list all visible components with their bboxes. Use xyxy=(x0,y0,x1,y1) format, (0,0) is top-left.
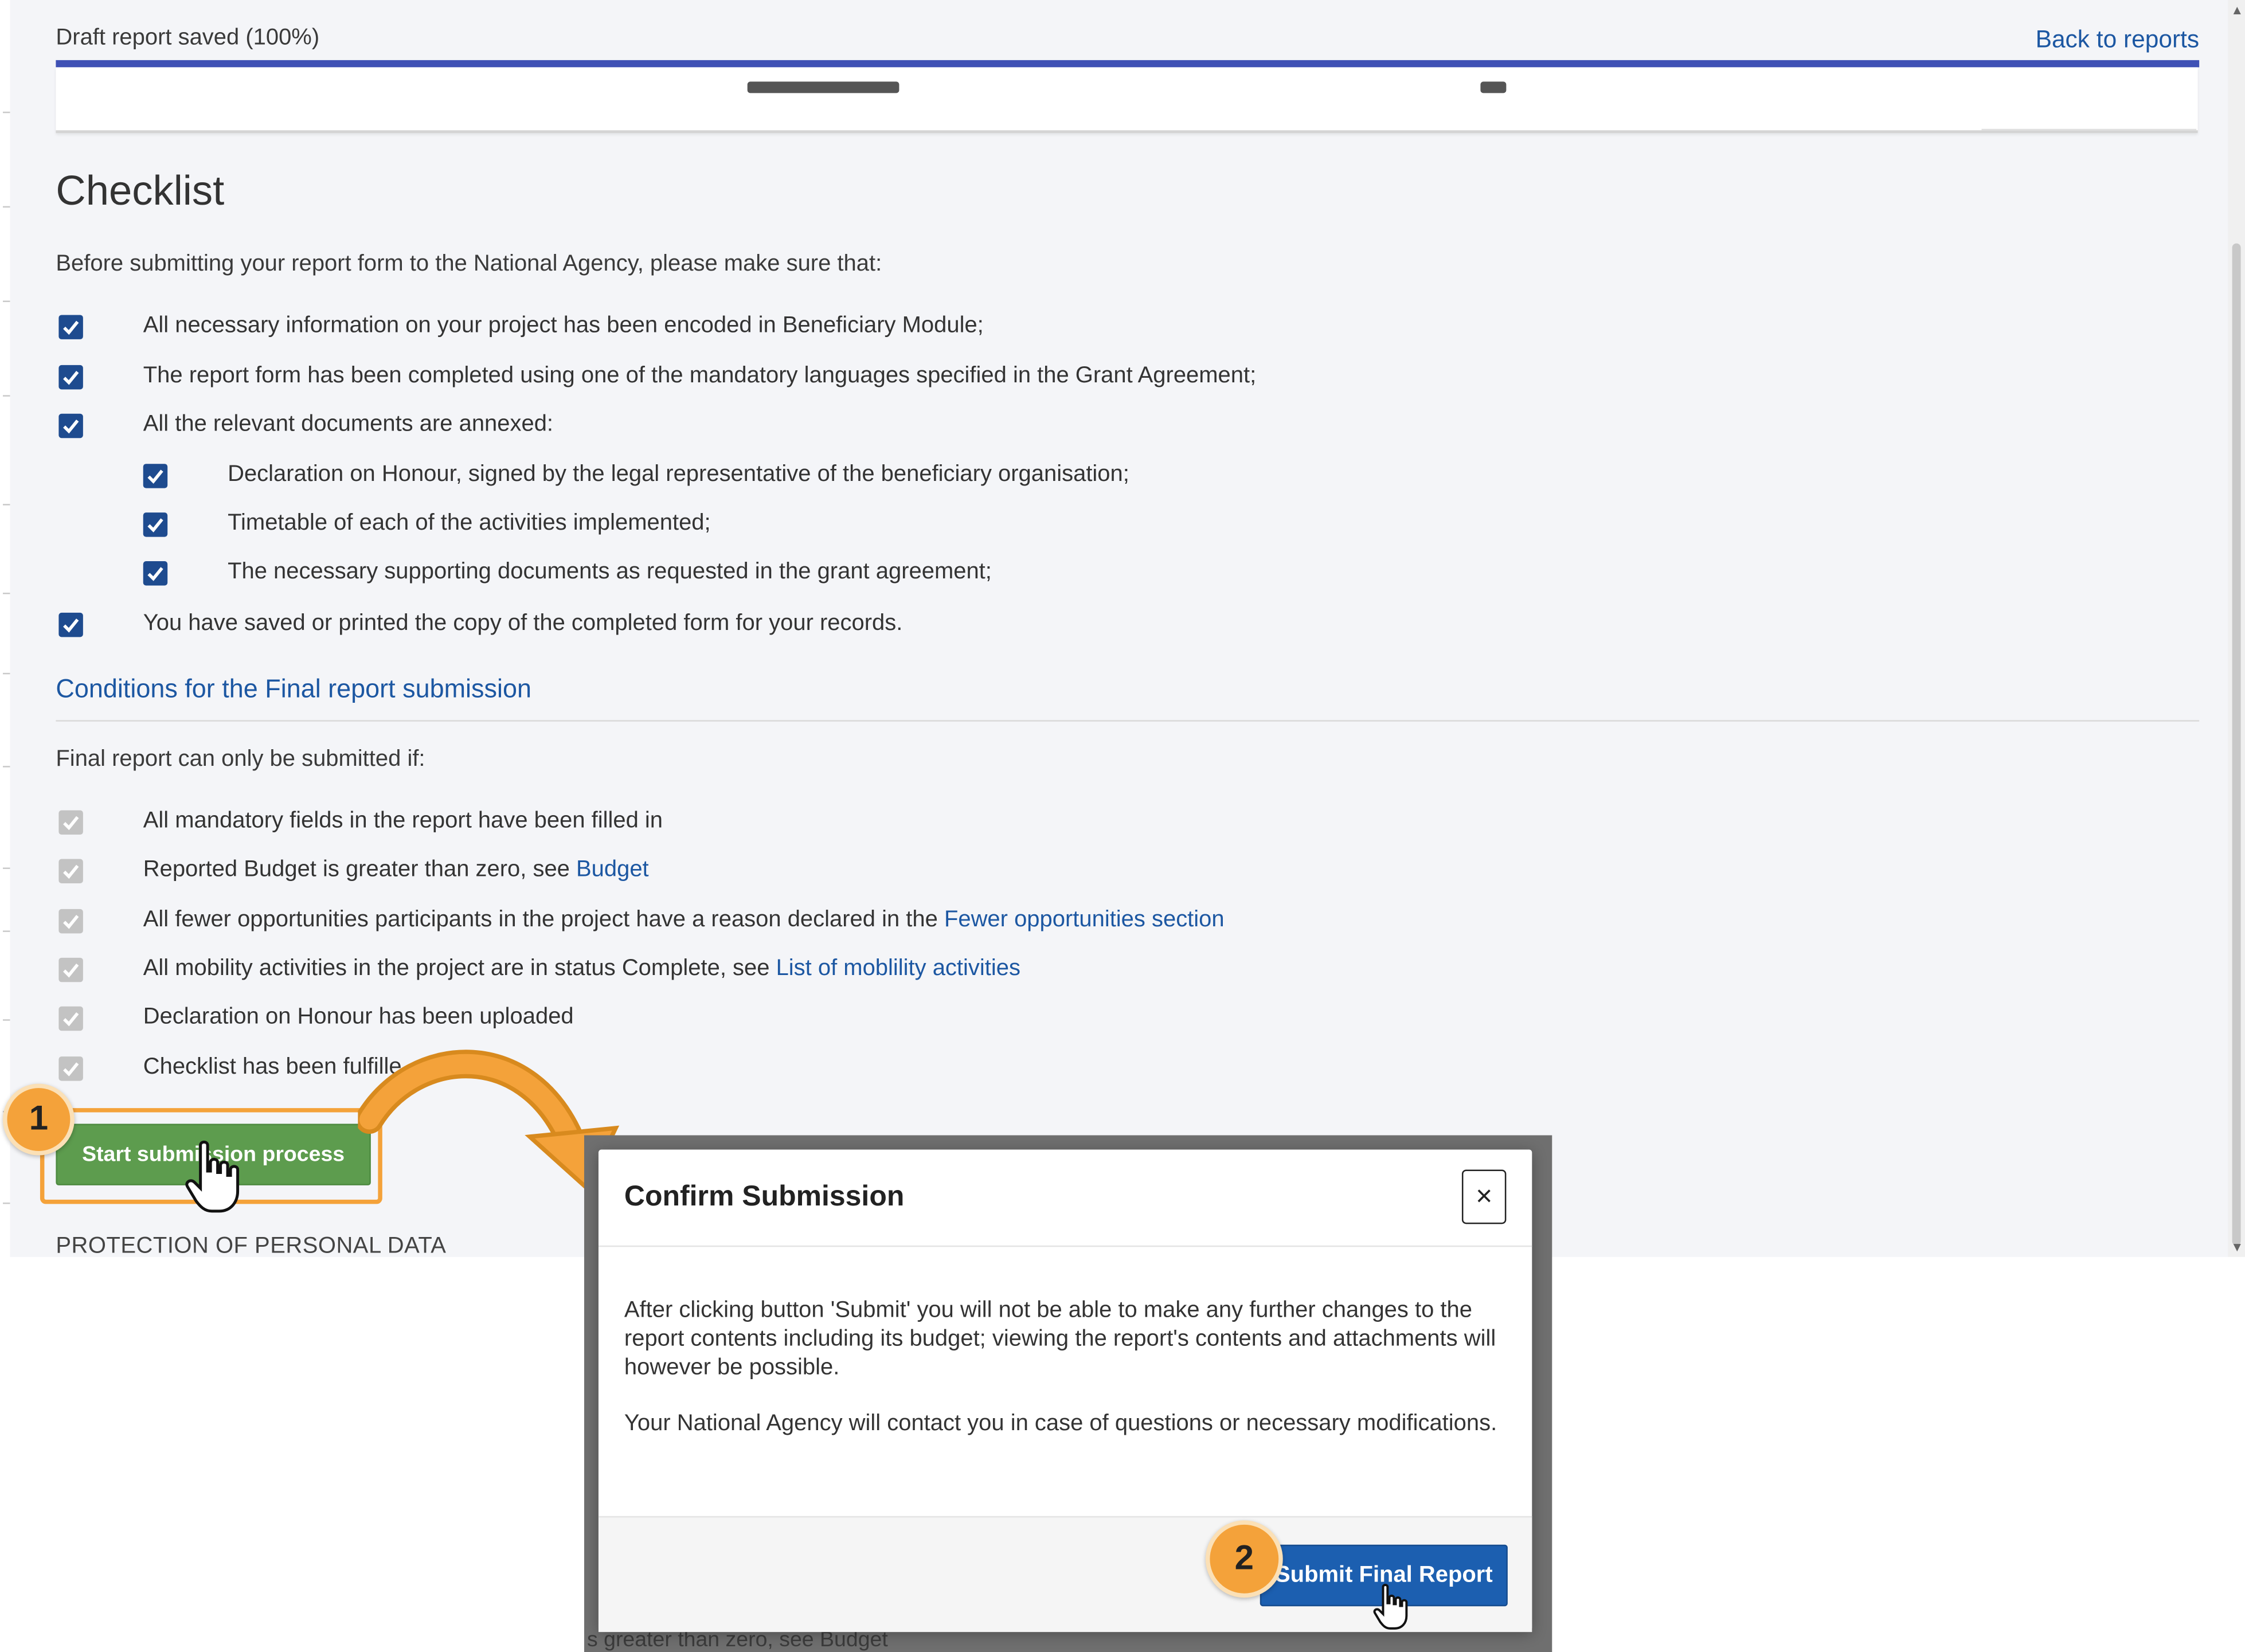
total-size-table-remnant xyxy=(56,67,2198,134)
save-progress-bar xyxy=(56,60,2200,68)
conditions-intro: Final report can only be submitted if: xyxy=(56,747,425,772)
checklist-item-label: All the relevant documents are annexed: xyxy=(143,412,554,437)
condition-check-disabled xyxy=(58,957,83,982)
checkmark-icon xyxy=(147,518,163,532)
checkmark-icon xyxy=(147,566,163,581)
checkmark-icon xyxy=(63,962,79,977)
left-edge-ticks xyxy=(0,0,10,1257)
condition-item: Checklist has been fulfille xyxy=(58,1052,402,1084)
table-rule xyxy=(1981,128,2197,131)
condition-check-disabled xyxy=(58,809,83,834)
status-bar: Draft report saved (100%) Back to report… xyxy=(56,20,2199,72)
checklist-intro: Before submitting your report form to th… xyxy=(56,252,882,277)
dialog-paragraph: After clicking button 'Submit' you will … xyxy=(624,1298,1496,1380)
close-icon[interactable]: × xyxy=(1461,1169,1507,1224)
checklist-item-label: You have saved or printed the copy of th… xyxy=(143,611,903,636)
checkbox-checked[interactable] xyxy=(58,612,83,637)
app-root: Draft report saved (100%) Back to report… xyxy=(0,0,2245,1652)
checkmark-icon xyxy=(63,617,79,632)
scroll-down-icon[interactable]: ▼ xyxy=(2231,1240,2243,1254)
condition-item: All mobility activities in the project a… xyxy=(58,953,1020,985)
checkbox-checked[interactable] xyxy=(143,511,168,537)
checklist-item[interactable]: The report form has been completed using… xyxy=(58,361,1256,392)
condition-text: Declaration on Honour has been uploaded xyxy=(143,1005,574,1029)
vertical-scrollbar[interactable]: ▲ ▼ xyxy=(2228,0,2245,1257)
checkbox-checked[interactable] xyxy=(143,463,168,488)
step1-badge: 1 xyxy=(2,1083,75,1156)
checkmark-icon xyxy=(63,320,79,334)
conditions-section-link[interactable]: Conditions for the Final report submissi… xyxy=(56,674,531,704)
checklist-subitem[interactable]: The necessary supporting documents as re… xyxy=(143,557,992,589)
checkmark-icon xyxy=(147,469,163,483)
checklist-item-label: Timetable of each of the activities impl… xyxy=(228,511,711,536)
scroll-up-icon[interactable]: ▲ xyxy=(2231,3,2243,17)
condition-item: Reported Budget is greater than zero, se… xyxy=(58,855,649,886)
condition-check-disabled xyxy=(58,1055,83,1081)
checklist-item-label: All necessary information on your projec… xyxy=(143,313,984,338)
checklist-item-label: The report form has been completed using… xyxy=(143,363,1257,388)
checklist-subitem[interactable]: Declaration on Honour, signed by the leg… xyxy=(143,460,1129,491)
dialog-title: Confirm Submission xyxy=(624,1181,905,1213)
step2-badge: 2 xyxy=(1205,1520,1283,1598)
condition-label: All mandatory fields in the report have … xyxy=(143,809,663,835)
checkmark-icon xyxy=(63,1011,79,1026)
scrollbar-thumb[interactable] xyxy=(2232,243,2241,1246)
checklist-item[interactable]: All necessary information on your projec… xyxy=(58,311,984,342)
confirm-submission-dialog: Confirm Submission × After clicking butt… xyxy=(598,1149,1532,1633)
mobility-activities-link[interactable]: List of moblility activities xyxy=(776,956,1020,980)
checklist-item-label: The necessary supporting documents as re… xyxy=(228,559,992,584)
checkmark-icon xyxy=(63,370,79,385)
fewer-opportunities-link[interactable]: Fewer opportunities section xyxy=(944,907,1225,931)
protection-heading: PROTECTION OF PERSONAL DATA xyxy=(56,1234,447,1257)
condition-text: All mobility activities in the project a… xyxy=(143,956,776,981)
checkbox-checked[interactable] xyxy=(58,314,83,339)
dialog-header-divider xyxy=(598,1245,1532,1247)
condition-item: Declaration on Honour has been uploaded xyxy=(58,1002,574,1034)
hand-pointer-icon xyxy=(1373,1584,1408,1630)
condition-text: Reported Budget is greater than zero, se… xyxy=(143,858,577,882)
budget-link[interactable]: Budget xyxy=(576,858,649,882)
condition-label: Reported Budget is greater than zero, se… xyxy=(143,858,649,883)
checklist-item-label: Declaration on Honour, signed by the leg… xyxy=(228,462,1129,487)
report-page: Draft report saved (100%) Back to report… xyxy=(10,0,2228,1257)
condition-text: All fewer opportunities participants in … xyxy=(143,907,944,932)
checklist-title: Checklist xyxy=(56,169,225,215)
checklist-item[interactable]: All the relevant documents are annexed: xyxy=(58,409,553,441)
condition-label: All mobility activities in the project a… xyxy=(143,956,1020,982)
condition-item: All fewer opportunities participants in … xyxy=(58,905,1225,936)
cut-off-value xyxy=(1480,81,1507,93)
cut-off-label xyxy=(747,81,899,93)
condition-item: All mandatory fields in the report have … xyxy=(58,806,663,837)
condition-label: Declaration on Honour has been uploaded xyxy=(143,1005,574,1031)
condition-check-disabled xyxy=(58,858,83,883)
checkbox-checked[interactable] xyxy=(143,560,168,585)
checkmark-icon xyxy=(63,815,79,829)
checkmark-icon xyxy=(63,914,79,929)
condition-check-disabled xyxy=(58,908,83,933)
condition-check-disabled xyxy=(58,1005,83,1030)
condition-label: All fewer opportunities participants in … xyxy=(143,907,1225,933)
section-divider xyxy=(56,720,2200,722)
checklist-item[interactable]: You have saved or printed the copy of th… xyxy=(58,608,902,640)
checkmark-icon xyxy=(63,1062,79,1076)
draft-status-text: Draft report saved (100%) xyxy=(56,25,320,50)
checklist-subitem[interactable]: Timetable of each of the activities impl… xyxy=(143,508,711,540)
checkmark-icon xyxy=(63,864,79,878)
condition-text: All mandatory fields in the report have … xyxy=(143,809,663,833)
checkbox-checked[interactable] xyxy=(58,364,83,389)
hand-pointer-icon xyxy=(185,1140,240,1213)
dialog-paragraph: Your National Agency will contact you in… xyxy=(624,1411,1497,1436)
dialog-body: After clicking button 'Submit' you will … xyxy=(624,1297,1497,1466)
checkmark-icon xyxy=(63,418,79,433)
checkbox-checked[interactable] xyxy=(58,413,83,437)
back-to-reports-link[interactable]: Back to reports xyxy=(2036,26,2200,54)
